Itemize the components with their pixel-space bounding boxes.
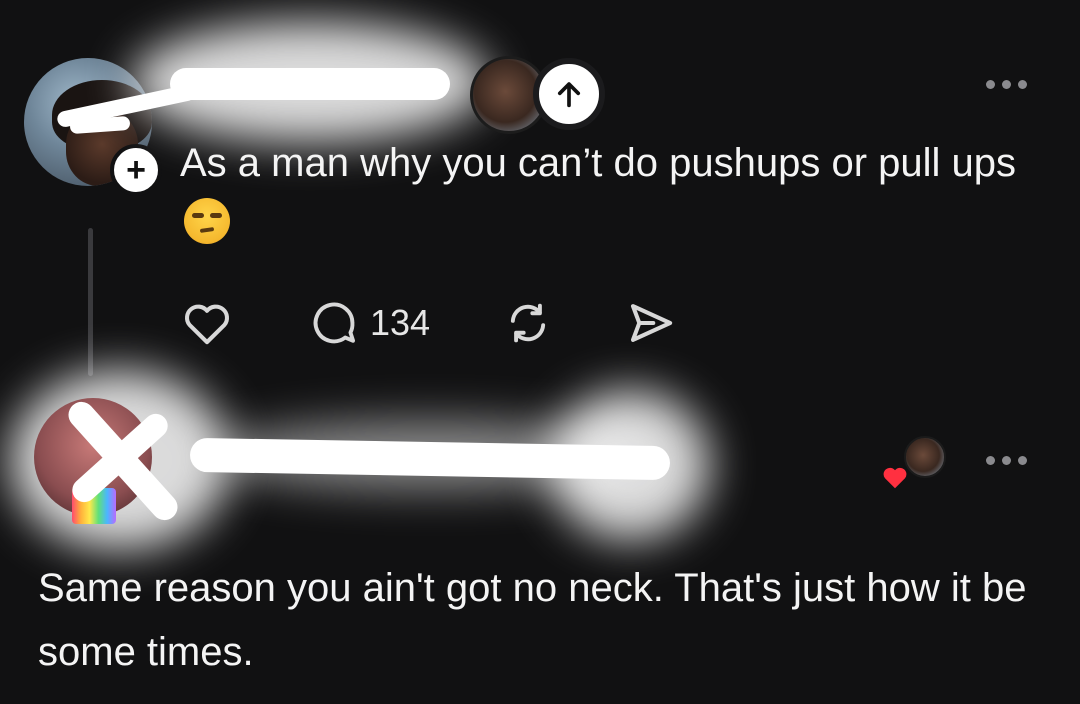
unamused-face-emoji — [184, 198, 230, 244]
reply-more-button[interactable] — [986, 456, 1027, 465]
send-icon — [631, 304, 673, 342]
more-dots-icon — [986, 80, 995, 89]
post-text: As a man why you can’t do pushups or pul… — [180, 132, 1060, 256]
share-button[interactable] — [624, 296, 678, 350]
post-more-button[interactable] — [986, 80, 1027, 89]
comment-button[interactable]: 134 — [308, 297, 430, 349]
scroll-up-button[interactable] — [533, 58, 605, 130]
thread-screen: + As a man why you can’t do pushups or p… — [0, 0, 1080, 704]
thread-connector-line — [88, 228, 93, 376]
reply-body: Same reason you ain't got no neck. That'… — [38, 566, 1027, 674]
author-username-redacted — [130, 22, 490, 142]
post-body: As a man why you can’t do pushups or pul… — [180, 141, 1017, 185]
repost-icon — [510, 303, 546, 343]
speech-bubble-icon — [313, 302, 356, 344]
plus-icon: + — [126, 151, 146, 189]
reply-count: 134 — [370, 302, 431, 343]
repost-button[interactable] — [502, 297, 554, 349]
arrow-up-icon — [557, 82, 581, 108]
like-button[interactable] — [180, 296, 234, 350]
heart-filled-icon — [883, 467, 907, 489]
reply-username-redacted — [189, 390, 710, 540]
follow-plus-button[interactable]: + — [110, 144, 162, 196]
more-dots-icon — [986, 456, 995, 465]
liked-by-author-avatar — [904, 436, 946, 478]
redaction-scribble — [170, 68, 450, 100]
post-actions-bar: 134 — [180, 296, 678, 350]
heart-outline-icon — [185, 304, 229, 345]
